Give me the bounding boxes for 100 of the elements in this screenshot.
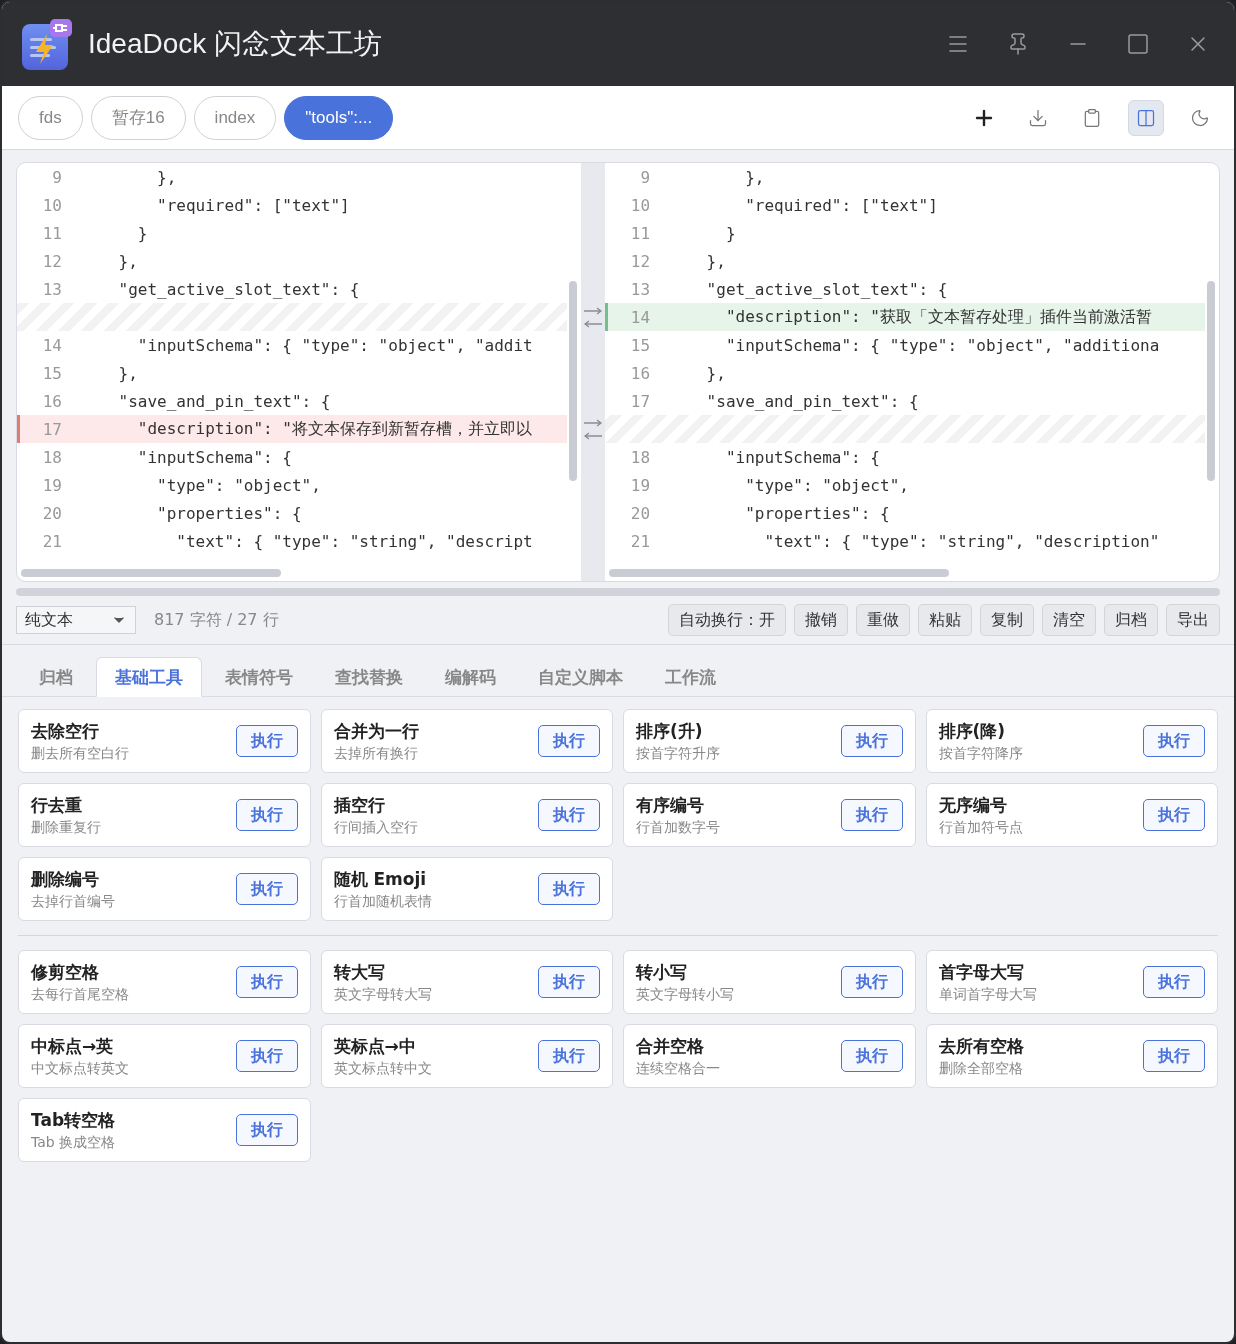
editor-button[interactable]: 复制 <box>980 604 1034 636</box>
code-text: }, <box>705 363 726 383</box>
run-button[interactable]: 执行 <box>1143 799 1205 831</box>
tool-title: 随机 Emoji <box>333 867 428 891</box>
tool-tab[interactable]: 查找替换 <box>316 657 422 697</box>
scrollbar-thumb[interactable] <box>1207 281 1215 481</box>
tool-description: 单词首字母大写 <box>938 985 1038 1004</box>
tool-title: 中标点→英 <box>31 1034 115 1058</box>
run-button[interactable]: 执行 <box>538 966 600 998</box>
run-button[interactable]: 执行 <box>840 799 903 831</box>
code-text: }, <box>705 251 726 271</box>
tool-title: 合并空格 <box>636 1034 705 1058</box>
maximize-icon[interactable] <box>1126 32 1150 56</box>
tool-description: 中文标点转英文 <box>31 1059 130 1078</box>
scrollbar-thumb[interactable] <box>609 569 950 577</box>
line-number: 17 <box>629 391 651 411</box>
run-button[interactable]: 执行 <box>538 1040 600 1072</box>
run-button[interactable]: 执行 <box>840 966 903 998</box>
line-number: 16 <box>41 391 62 411</box>
editor-button[interactable]: 重做 <box>856 604 910 636</box>
line-number: 20 <box>629 503 651 523</box>
run-button[interactable]: 执行 <box>538 725 600 757</box>
run-button[interactable]: 执行 <box>235 799 298 831</box>
two-columns-icon <box>1136 107 1156 128</box>
run-button[interactable]: 执行 <box>235 966 298 998</box>
slot-tab[interactable]: fds <box>18 95 83 140</box>
slot-tab[interactable]: index <box>193 95 277 140</box>
tool-title: 去所有空格 <box>938 1034 1025 1058</box>
line-number: 11 <box>629 223 651 243</box>
tool-description: 去掉所有换行 <box>333 744 419 763</box>
tool-title: 转大写 <box>333 960 386 984</box>
editor-button[interactable]: 清空 <box>1042 604 1096 636</box>
line-number: 19 <box>41 475 62 495</box>
editor-button[interactable]: 归档 <box>1104 604 1158 636</box>
tool-description: 英文字母转大写 <box>333 985 433 1004</box>
code-text: "get_active_slot_text": { <box>117 279 360 299</box>
two-columns-button[interactable] <box>1128 99 1164 136</box>
editor-button[interactable]: 导出 <box>1166 604 1220 636</box>
scrollbar-thumb[interactable] <box>21 569 281 577</box>
run-button[interactable]: 执行 <box>235 1114 298 1146</box>
editor-button[interactable]: 自动换行：开 <box>668 604 786 636</box>
line-number: 21 <box>41 531 62 551</box>
tool-description: 连续空格合一 <box>636 1059 721 1078</box>
run-button[interactable]: 执行 <box>1143 966 1205 998</box>
code-text: } <box>136 223 148 243</box>
slot-tab[interactable]: 暂存16 <box>90 95 186 140</box>
editor-button[interactable]: 粘贴 <box>918 604 972 636</box>
line-number: 13 <box>41 279 62 299</box>
line-number: 19 <box>629 475 651 495</box>
code-text: "save_and_pin_text": { <box>117 391 331 411</box>
code-text: "type": "object", <box>156 475 321 495</box>
tool-title: 去除空行 <box>31 719 100 743</box>
tool-description: Tab 换成空格 <box>31 1133 117 1152</box>
editor-button[interactable]: 撤销 <box>794 604 848 636</box>
tool-title: 合并为一行 <box>333 719 420 743</box>
run-button[interactable]: 执行 <box>538 873 600 905</box>
code-text: "properties": { <box>156 503 302 523</box>
tool-description: 英文标点转中文 <box>333 1059 433 1078</box>
code-text: "get_active_slot_text": { <box>705 279 948 299</box>
code-text: }, <box>117 363 138 383</box>
run-button[interactable]: 执行 <box>1143 725 1205 757</box>
code-text: "required": ["text"] <box>744 195 938 215</box>
line-number: 10 <box>629 195 651 215</box>
code-text: "description": "将文本保存到新暂存槽，并立即以 <box>136 418 532 440</box>
run-button[interactable]: 执行 <box>235 873 298 905</box>
run-button[interactable]: 执行 <box>538 799 600 831</box>
download-icon <box>1028 107 1048 128</box>
tool-tab[interactable]: 自定义脚本 <box>519 657 642 697</box>
app-logo <box>20 18 72 70</box>
slot-tab[interactable]: "tools":... <box>284 95 394 140</box>
run-button[interactable]: 执行 <box>235 725 298 757</box>
tool-tab[interactable]: 归档 <box>20 657 92 697</box>
line-number: 16 <box>629 363 651 383</box>
tool-title: 英标点→中 <box>333 1034 417 1058</box>
line-number: 20 <box>41 503 62 523</box>
mode-select[interactable]: 纯文本 <box>16 606 136 634</box>
run-button[interactable]: 执行 <box>1143 1040 1205 1072</box>
tool-tab[interactable]: 表情符号 <box>206 657 312 697</box>
tool-description: 去掉行首编号 <box>31 892 116 911</box>
tool-tab[interactable]: 编解码 <box>426 657 515 697</box>
scrollbar-thumb[interactable] <box>569 281 578 481</box>
code-text: "description": "获取「文本暂存处理」插件当前激活暂 <box>724 306 1152 328</box>
run-button[interactable]: 执行 <box>840 725 903 757</box>
code-text: "properties": { <box>744 503 890 523</box>
line-number: 21 <box>629 531 651 551</box>
code-text: } <box>724 223 736 243</box>
tool-title: 转小写 <box>636 960 688 984</box>
tool-tab[interactable]: 工作流 <box>646 657 735 697</box>
run-button[interactable]: 执行 <box>840 1040 903 1072</box>
window-title: IdeaDock 闪念文本工坊 <box>88 27 384 61</box>
tool-title: 修剪空格 <box>31 960 100 984</box>
tool-description: 按首字符降序 <box>938 744 1024 763</box>
tool-title: 删除编号 <box>31 867 100 891</box>
tool-tab[interactable]: 基础工具 <box>96 657 202 697</box>
tool-title: 排序(降) <box>938 719 1007 743</box>
tool-description: 删去所有空白行 <box>31 744 130 763</box>
tool-description: 英文字母转小写 <box>636 985 735 1004</box>
tool-description: 行首加数字号 <box>636 818 721 837</box>
run-button[interactable]: 执行 <box>235 1040 298 1072</box>
line-number: 14 <box>629 307 651 327</box>
